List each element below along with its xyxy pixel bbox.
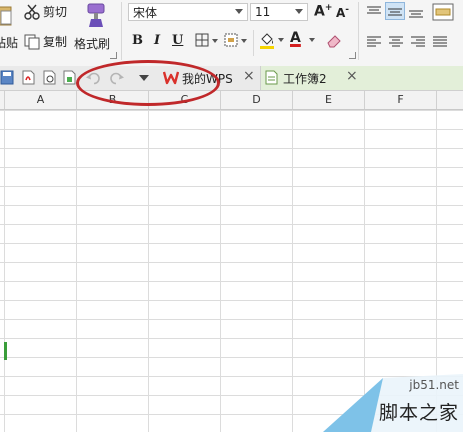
grow-font-sup: + (324, 3, 333, 13)
merge-center-icon (432, 3, 454, 21)
column-header-row: A B C D E F (0, 91, 463, 110)
clear-format-button[interactable] (326, 32, 342, 51)
font-size-select[interactable]: 11 (250, 3, 308, 21)
font-name-value: 宋体 (133, 5, 158, 20)
divider (358, 2, 359, 60)
font-color-button[interactable]: A (290, 30, 318, 50)
align-center-icon[interactable] (388, 35, 404, 49)
print-preview-icon[interactable] (42, 70, 56, 85)
column-header-G[interactable] (436, 91, 463, 109)
paint-bucket-icon (260, 33, 274, 49)
grow-font-button[interactable]: A+ (314, 3, 332, 20)
close-icon[interactable]: × (346, 68, 358, 84)
cut-label: 剪切 (43, 5, 68, 19)
watermark-site: jb51.net (409, 378, 459, 392)
column-header-A[interactable]: A (4, 91, 76, 109)
export-pdf-icon[interactable] (21, 70, 35, 85)
column-header-F[interactable]: F (364, 91, 436, 109)
font-color-glyph: A (290, 30, 301, 46)
chevron-down-icon (212, 39, 218, 43)
shrink-font-button[interactable]: A- (336, 5, 349, 20)
chevron-down-icon (235, 9, 243, 14)
tab-workbook[interactable]: 工作簿2 × (260, 66, 463, 90)
tab-bar: 我的WPS × 工作簿2 × (0, 66, 463, 91)
shrink-font-sup: - (345, 5, 350, 15)
align-right-icon[interactable] (410, 35, 426, 49)
cut-button[interactable]: 剪切 (24, 3, 67, 20)
format-painter-button[interactable]: 格式刷 (74, 2, 114, 58)
spreadsheet-file-icon (265, 70, 278, 85)
chevron-down-icon (309, 38, 315, 42)
column-header-D[interactable]: D (220, 91, 292, 109)
align-middle-button[interactable] (385, 2, 405, 20)
print-icon[interactable] (62, 70, 76, 85)
shrink-font-glyph: A (336, 6, 346, 20)
chevron-down-icon (278, 38, 284, 42)
active-row-indicator (4, 342, 7, 360)
chevron-down-icon (295, 9, 303, 14)
divider (121, 2, 122, 60)
close-icon[interactable]: × (243, 68, 255, 84)
watermark-name: 脚本之家 (378, 402, 459, 424)
align-middle-icon (388, 8, 402, 16)
align-left-icon[interactable] (366, 35, 382, 49)
paste-label: 粘贴 (0, 36, 19, 50)
align-bottom-icon[interactable] (408, 5, 424, 19)
copy-icon (24, 34, 40, 49)
scissors-icon (24, 4, 40, 20)
merge-center-button[interactable] (432, 2, 463, 26)
fill-color-button[interactable] (259, 31, 287, 51)
copy-button[interactable]: 复制 (24, 33, 67, 50)
justify-icon[interactable] (432, 35, 448, 49)
chevron-down-icon (241, 39, 247, 43)
underline-button[interactable]: U (172, 33, 183, 48)
highlight-oval (76, 60, 220, 106)
merge-cells-button[interactable] (224, 33, 250, 49)
ribbon: 粘贴 剪切 复制 格式刷 宋体 11 A+ A- B I U A (0, 0, 463, 67)
font-launcher-icon[interactable] (349, 52, 356, 59)
align-top-icon[interactable] (366, 5, 382, 19)
grow-font-glyph: A (314, 3, 325, 20)
clipboard-launcher-icon[interactable] (110, 52, 117, 59)
italic-button[interactable]: I (154, 33, 160, 48)
divider (253, 30, 254, 56)
merge-cells-icon (224, 33, 238, 47)
watermark: jb51.net 脚本之家 (323, 374, 463, 432)
format-painter-label: 格式刷 (74, 37, 111, 51)
paste-icon (0, 6, 12, 26)
borders-button[interactable] (195, 33, 221, 49)
eraser-icon (327, 35, 341, 48)
copy-label: 复制 (43, 35, 68, 49)
paste-button[interactable]: 粘贴 (0, 0, 18, 60)
column-header-E[interactable]: E (292, 91, 364, 109)
tab-workbook-label: 工作簿2 (283, 72, 327, 86)
bold-button[interactable]: B (132, 33, 143, 48)
borders-icon (195, 33, 209, 47)
save-icon[interactable] (0, 70, 14, 85)
font-name-select[interactable]: 宋体 (128, 3, 248, 21)
format-painter-icon (87, 3, 105, 27)
font-size-value: 11 (255, 5, 271, 19)
